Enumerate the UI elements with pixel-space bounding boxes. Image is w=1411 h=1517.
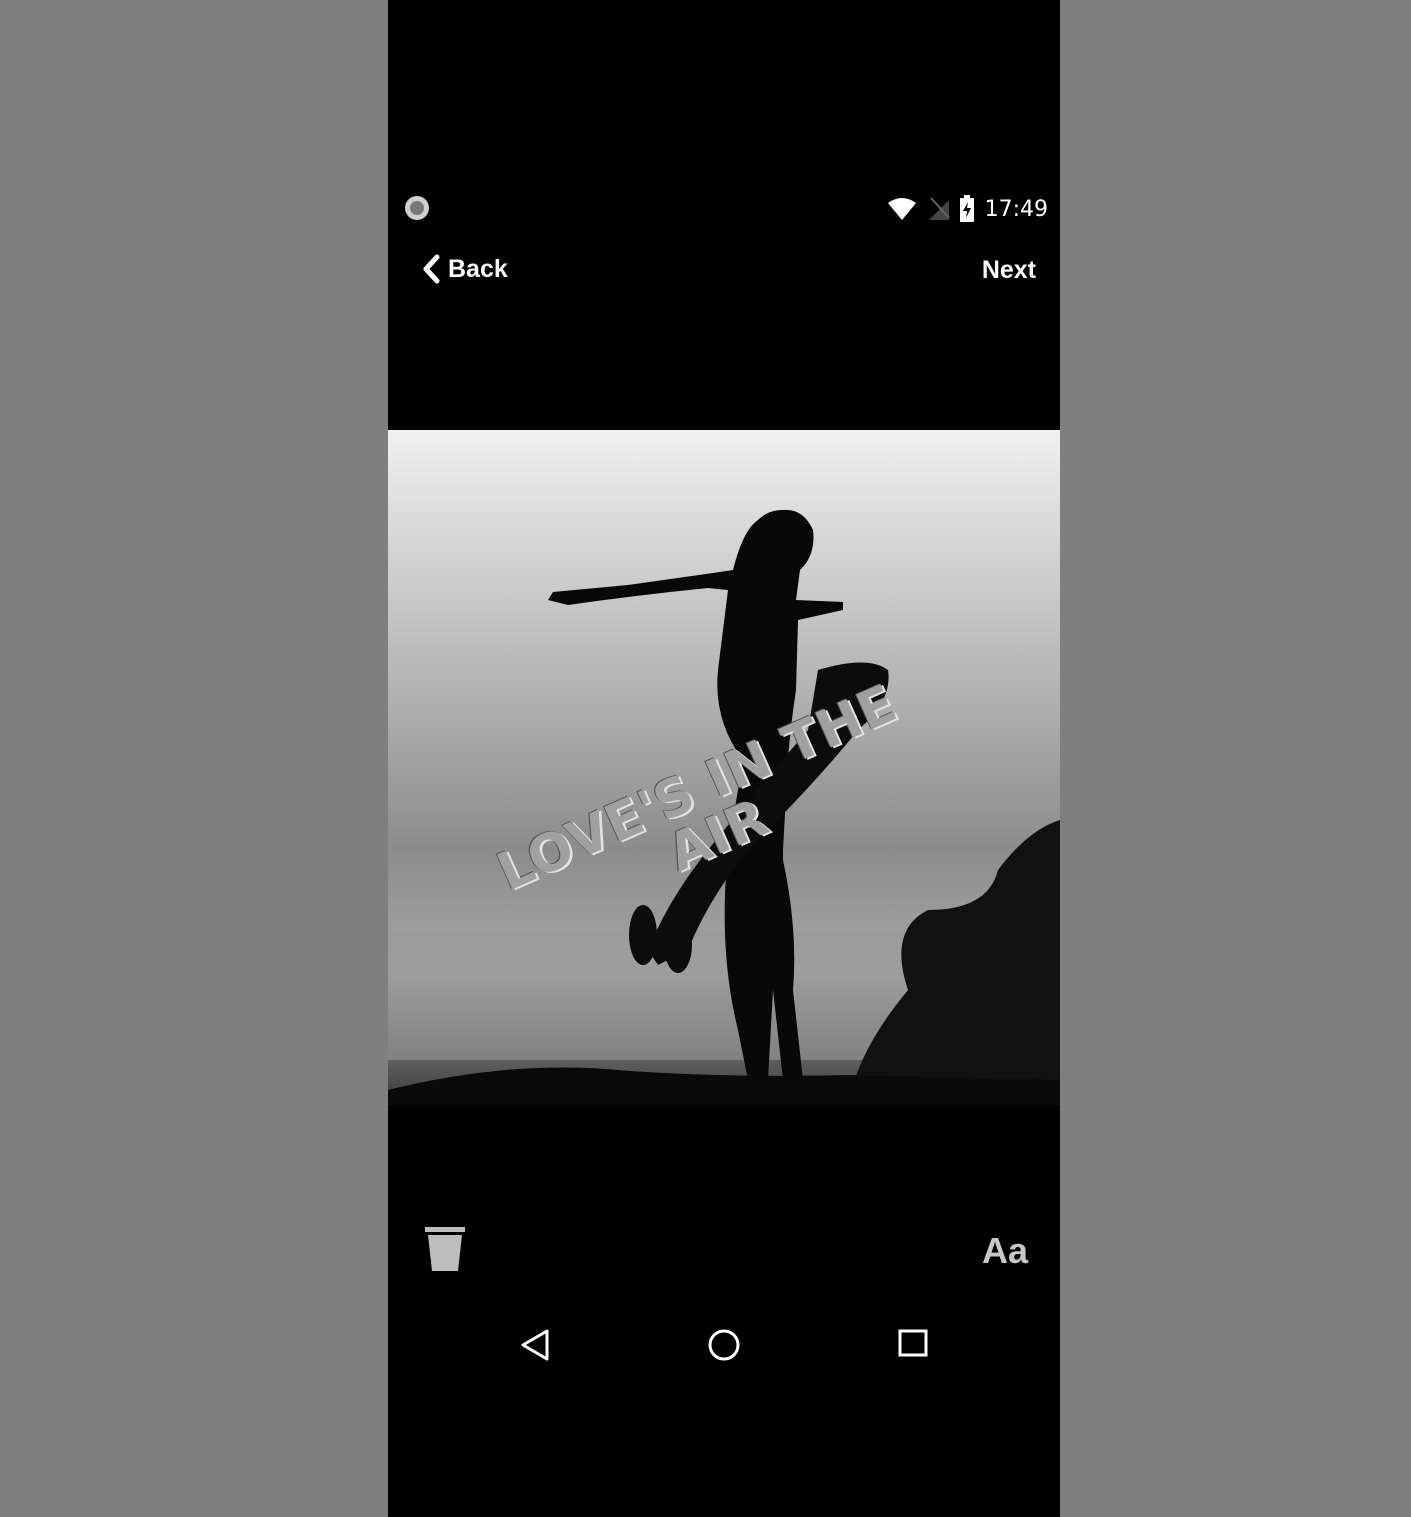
chevron-left-icon: [423, 254, 440, 284]
nav-back-icon: [521, 1329, 549, 1361]
system-nav-bar: [388, 1318, 1060, 1374]
delete-button[interactable]: [424, 1226, 466, 1277]
nav-recents-button[interactable]: [898, 1328, 928, 1363]
status-time: 17:49: [984, 196, 1048, 222]
wifi-icon: [887, 198, 916, 220]
next-button[interactable]: Next: [982, 256, 1036, 285]
nav-home-icon: [708, 1329, 740, 1361]
back-button[interactable]: Back: [422, 254, 508, 284]
record-indicator-icon: [405, 196, 429, 220]
trash-icon: [425, 1227, 465, 1271]
nav-recents-icon: [898, 1329, 928, 1357]
status-bar: 17:49: [388, 190, 1060, 228]
no-sim-icon: [928, 197, 950, 220]
nav-back-button[interactable]: [519, 1328, 551, 1367]
nav-home-button[interactable]: [707, 1328, 741, 1367]
battery-charging-icon: [959, 195, 974, 222]
photo-canvas[interactable]: LOVE'S IN THE AIR: [388, 430, 1060, 1105]
phone-screen: 17:49 Back Next LOVE'S IN THE AIR Aa: [388, 0, 1060, 1517]
back-label: Back: [448, 254, 508, 283]
status-icons: 17:49: [887, 194, 1048, 224]
font-button[interactable]: Aa: [982, 1230, 1028, 1272]
